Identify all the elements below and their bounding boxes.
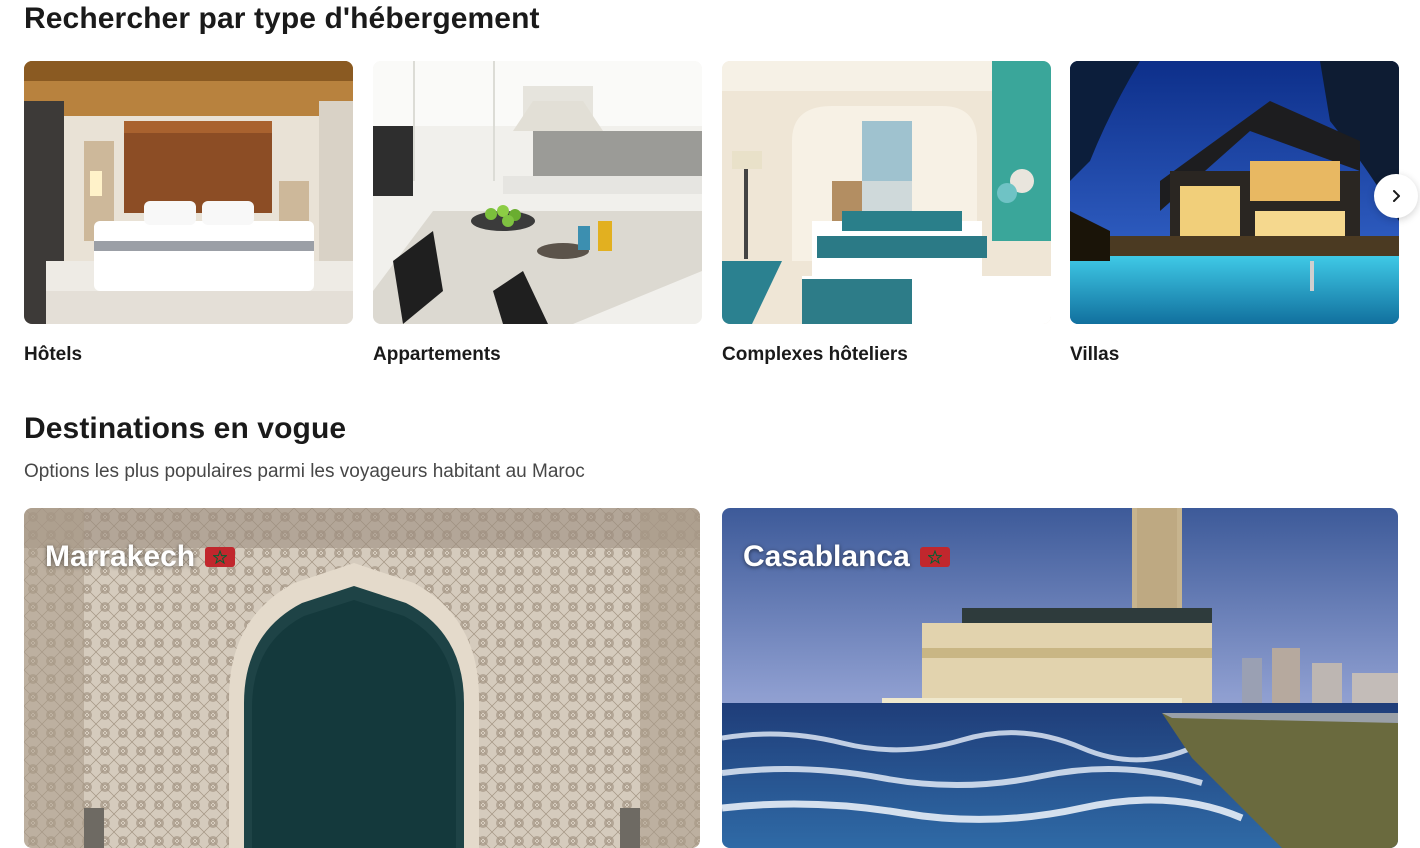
hotels-image [24,61,353,324]
chevron-right-icon [1393,190,1400,202]
apartments-image [373,61,702,324]
accommodation-card-villas[interactable]: Villas [1070,61,1399,365]
accommodation-label: Hôtels [24,344,83,365]
morocco-flag-icon [919,547,950,567]
accommodation-label: Complexes hôteliers [722,344,908,365]
morocco-flag-icon [205,547,236,567]
destination-card-marrakech[interactable]: Marrakech [24,508,700,848]
destination-name: Casablanca [743,540,950,574]
trending-destinations-title: Destinations en vogue [24,412,347,445]
accommodation-type-title: Rechercher par type d'hébergement [24,2,540,35]
resorts-image [722,61,1051,324]
destination-name-text: Casablanca [743,540,910,573]
accommodation-label: Appartements [373,344,501,365]
trending-destinations-subtitle: Options les plus populaires parmi les vo… [24,461,585,482]
accommodation-card-hotels[interactable]: Hôtels [24,61,353,365]
accommodation-card-apartments[interactable]: Appartements [373,61,702,365]
carousel-next-button[interactable] [1374,174,1418,218]
destination-name-text: Marrakech [45,540,196,573]
villas-image [1070,61,1399,324]
destination-card-casablanca[interactable]: Casablanca [722,508,1398,848]
accommodation-card-resorts[interactable]: Complexes hôteliers [722,61,1051,365]
accommodation-label: Villas [1070,344,1120,365]
destination-name: Marrakech [45,540,236,574]
